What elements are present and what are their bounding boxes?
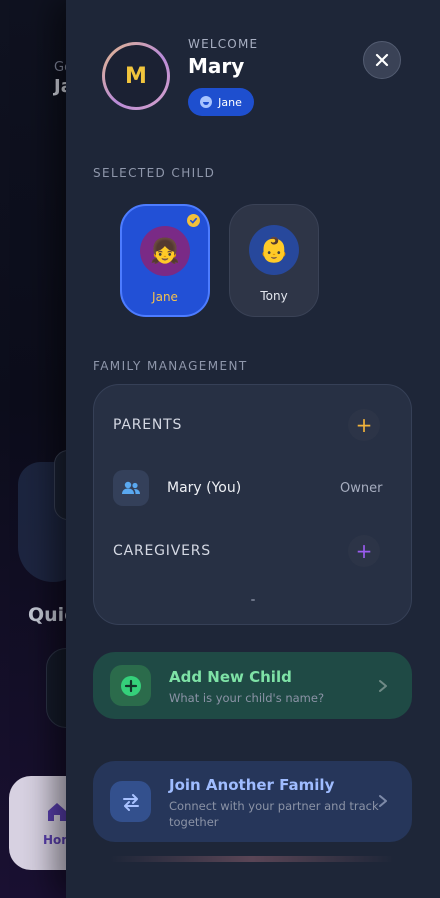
- add-caregiver-button[interactable]: +: [348, 535, 380, 567]
- child-name: Tony: [260, 289, 288, 303]
- family-drawer: M WELCOME Mary Jane SELECTED CHILD 👧 Jan…: [66, 0, 440, 898]
- plus-icon: +: [355, 539, 373, 563]
- close-icon: [375, 53, 389, 67]
- join-family-title: Join Another Family: [169, 776, 335, 794]
- close-button[interactable]: [363, 41, 401, 79]
- parents-heading: PARENTS: [113, 417, 183, 433]
- child-face-icon: [200, 96, 213, 108]
- child-name: Jane: [152, 290, 178, 304]
- chevron-right-icon: [379, 680, 387, 692]
- bottom-divider: [110, 856, 394, 862]
- user-name: Mary: [188, 54, 245, 78]
- child-card-tony[interactable]: 👶 Tony: [229, 204, 319, 317]
- swap-arrows-icon: [110, 781, 151, 822]
- user-avatar[interactable]: M: [102, 42, 170, 110]
- selected-child-heading: SELECTED CHILD: [93, 166, 216, 180]
- family-management-heading: FAMILY MANAGEMENT: [93, 359, 248, 373]
- join-another-family-button[interactable]: Join Another Family Connect with your pa…: [93, 761, 412, 842]
- join-family-subtitle: Connect with your partner and track toge…: [169, 799, 379, 829]
- welcome-label: WELCOME: [188, 37, 259, 51]
- add-child-subtitle: What is your child's name?: [169, 691, 325, 705]
- add-parent-button[interactable]: +: [348, 409, 380, 441]
- scroll-indicator: [251, 599, 255, 601]
- avatar-initial: M: [105, 45, 167, 107]
- child-card-jane[interactable]: 👧 Jane: [120, 204, 210, 317]
- add-new-child-button[interactable]: Add New Child What is your child's name?: [93, 652, 412, 719]
- active-child-name: Jane: [218, 95, 242, 109]
- add-circle-icon: [110, 665, 151, 706]
- parent-name: Mary (You): [167, 480, 242, 496]
- add-child-title: Add New Child: [169, 668, 292, 686]
- caregivers-heading: CAREGIVERS: [113, 543, 211, 559]
- active-child-pill[interactable]: Jane: [188, 88, 254, 116]
- check-icon: [187, 214, 200, 227]
- parent-role: Owner: [340, 481, 383, 496]
- girl-avatar-icon: 👧: [140, 226, 190, 276]
- chevron-right-icon: [379, 795, 387, 807]
- family-management-card: PARENTS + Mary (You) Owner CAREGIVERS +: [93, 384, 412, 625]
- baby-avatar-icon: 👶: [249, 225, 299, 275]
- plus-icon: +: [355, 413, 373, 437]
- people-icon: [113, 470, 149, 506]
